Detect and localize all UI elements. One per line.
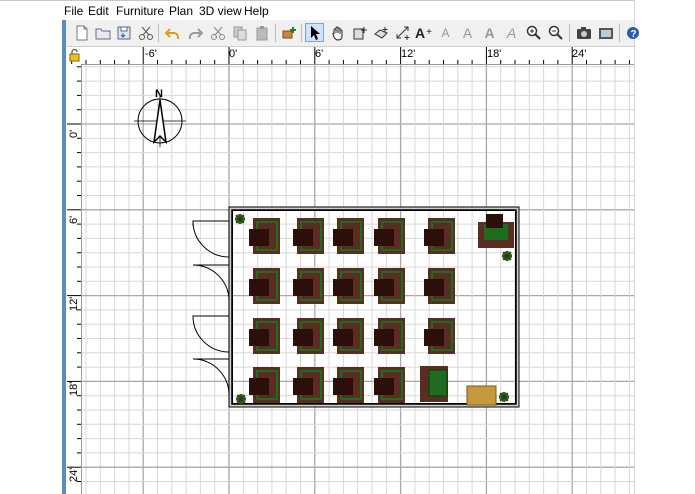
cut-icon[interactable] (208, 23, 227, 42)
left-selection-bar (62, 20, 66, 494)
student-desk (333, 268, 364, 304)
plant-icon (235, 214, 245, 224)
open-folder-icon[interactable] (93, 23, 112, 42)
student-desk (293, 218, 324, 254)
student-desk (293, 318, 324, 354)
increase-text-size-icon[interactable]: A (458, 23, 477, 42)
student-desk (374, 218, 405, 254)
decrease-text-size-icon[interactable]: A (436, 23, 455, 42)
right-panel (634, 0, 695, 494)
student-desk (333, 367, 364, 403)
italic-text-icon[interactable]: A (502, 23, 521, 42)
vertical-ruler: 0' 6' 12' 18' 24' (67, 64, 82, 494)
student-desk (333, 318, 364, 354)
add-text-icon[interactable]: A + (414, 23, 433, 42)
cut-preferences-icon[interactable] (136, 23, 155, 42)
plant-icon (502, 251, 512, 261)
create-rooms-icon[interactable] (371, 23, 390, 42)
copy-icon[interactable] (230, 23, 249, 42)
student-desk (249, 268, 280, 304)
student-desk (374, 318, 405, 354)
select-icon[interactable] (305, 23, 324, 42)
menu-3d-view[interactable]: 3D view (199, 4, 242, 18)
create-dimensions-icon[interactable] (393, 23, 412, 42)
zoom-out-icon[interactable] (546, 23, 565, 42)
green-desk (420, 366, 448, 402)
menu-help[interactable]: Help (244, 4, 269, 18)
create-walls-icon[interactable] (350, 23, 369, 42)
plant-icon (236, 394, 246, 404)
toolbar: A + A A A A ? (62, 20, 639, 47)
plan-canvas[interactable]: N (82, 65, 634, 494)
compass (134, 95, 186, 147)
plant-icon (499, 392, 509, 402)
horizontal-ruler: -6' 0' 6' 12' 18' 24' (67, 47, 634, 65)
student-desk (293, 367, 324, 403)
student-desk (374, 268, 405, 304)
bold-text-icon[interactable]: A (480, 23, 499, 42)
pan-icon[interactable] (328, 23, 347, 42)
svg-text:?: ? (630, 29, 636, 40)
paste-icon[interactable] (252, 23, 271, 42)
menu-plan[interactable]: Plan (169, 4, 193, 18)
student-desk (424, 218, 455, 254)
student-desk (424, 268, 455, 304)
student-desk (333, 218, 364, 254)
new-file-icon[interactable] (72, 23, 91, 42)
student-desk (424, 318, 455, 354)
student-desk (293, 268, 324, 304)
menu-edit[interactable]: Edit (88, 4, 109, 18)
side-table (466, 385, 497, 406)
student-desk (249, 367, 280, 403)
menu-bar: File Edit Furniture Plan 3D view Help (0, 0, 634, 20)
save-icon[interactable] (114, 23, 133, 42)
photo-icon[interactable] (596, 23, 615, 42)
camera-icon[interactable] (574, 23, 593, 42)
help-icon[interactable]: ? (623, 23, 642, 42)
door (192, 220, 230, 396)
teacher-desk (478, 214, 514, 248)
lock-icon[interactable] (68, 48, 81, 67)
zoom-in-icon[interactable] (524, 23, 543, 42)
menu-furniture[interactable]: Furniture (116, 4, 164, 18)
student-desk (374, 367, 405, 403)
redo-icon[interactable] (185, 23, 204, 42)
student-desk (249, 218, 280, 254)
compass-north-label: N (155, 88, 163, 100)
menu-file[interactable]: File (64, 4, 83, 18)
student-desk (249, 318, 280, 354)
add-furniture-icon[interactable] (279, 23, 298, 42)
undo-icon[interactable] (163, 23, 182, 42)
